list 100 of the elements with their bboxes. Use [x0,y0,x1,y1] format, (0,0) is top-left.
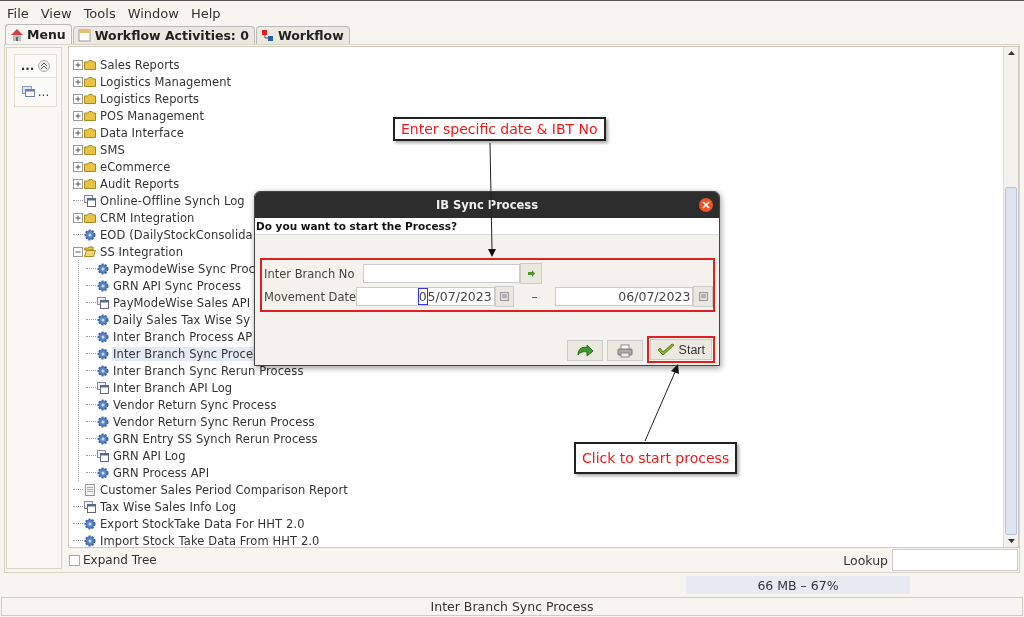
tree-item[interactable]: SMS [99,142,126,157]
tree-item[interactable]: Logistics Reports [99,91,201,106]
tree-item[interactable]: Audit Reports [99,176,181,191]
calendar-button[interactable] [494,286,515,307]
gear-icon [84,534,96,547]
open-folder-icon [84,245,96,258]
status-bar: Inter Branch Sync Process [1,596,1023,616]
range-separator: – [530,289,539,304]
callout: Enter specific date & IBT No [393,117,606,141]
tree-item[interactable]: Inter Branch API Log [112,380,234,395]
expand-icon[interactable] [73,93,83,104]
tab[interactable]: Menu [5,24,72,45]
tree-item[interactable]: Export StockTake Data For HHT 2.0 [99,516,306,531]
print-button[interactable] [606,340,643,361]
checkbox[interactable] [69,554,80,566]
down-arrow-icon[interactable] [1007,539,1015,544]
gear-icon [97,262,109,275]
expand-icon[interactable] [73,161,83,172]
expand-icon[interactable] [73,178,83,189]
gear-icon [84,517,96,530]
tree-item[interactable]: eCommerce [99,159,172,174]
collapse-icon[interactable] [38,60,51,73]
folder-icon [84,126,96,139]
up-arrow-icon[interactable] [1007,51,1015,56]
gear-icon [97,432,109,445]
tree-item[interactable]: Tax Wise Sales Info Log [99,499,238,514]
expand-icon[interactable] [73,144,83,155]
windows-icon [21,86,36,99]
tree-item[interactable]: Sales Reports [99,57,181,72]
checkmark-icon [656,342,675,357]
menu-item[interactable]: File [2,3,34,23]
tab[interactable]: Workflow [255,26,350,45]
menu-item[interactable]: Help [185,3,226,23]
callout: Click to start process [574,442,738,474]
flow-icon [260,28,275,43]
gear-icon [97,364,109,377]
menu-item[interactable]: View [35,3,77,23]
calendar-icon [500,292,509,301]
expand-icon[interactable] [73,212,83,223]
tree-item[interactable]: GRN Entry SS Synch Rerun Process [112,431,319,446]
tree-item[interactable]: Data Interface [99,125,185,140]
tree-item[interactable]: Daily Sales Tax Wise Sy [112,312,252,327]
gear-icon [97,330,109,343]
printer-icon [616,343,633,358]
menu-item[interactable]: Window [122,3,184,23]
field-label: Movement Date [264,289,357,304]
gear-icon [84,228,96,241]
expand-icon[interactable] [73,127,83,138]
tab[interactable]: Workflow Activities: 0 [72,26,255,45]
folder-icon [84,177,96,190]
panel-item[interactable]: ... [15,78,56,107]
scroll-thumb[interactable] [1005,187,1017,536]
folder-icon [84,109,96,122]
tree-item[interactable]: Inter Branch Process AP [112,329,254,344]
expand-icon[interactable] [73,110,83,121]
lookup-button[interactable] [520,263,542,284]
tree-item[interactable]: GRN API Sync Process [112,278,242,293]
tree-item[interactable]: GRN Process API [112,465,211,480]
tree-item[interactable]: Customer Sales Period Comparison Report [99,482,349,497]
folder-icon [84,160,96,173]
tree-item[interactable]: Online-Offline Synch Log [99,193,246,208]
window-icon [84,194,96,207]
menu-item[interactable]: Tools [78,3,121,23]
gear-icon [97,279,109,292]
dialog-title: IB Sync Process [435,198,539,212]
expand-icon[interactable] [73,59,83,70]
tree-item[interactable]: Logistics Management [99,74,233,89]
tree-item[interactable]: Vendor Return Sync Process [112,397,278,412]
field-label: Inter Branch No [264,266,356,281]
tree-item[interactable]: Inter Branch Sync Proce [112,346,255,361]
start-button[interactable]: Start [649,339,712,360]
calendar-icon [698,292,708,301]
tree-item[interactable]: POS Management [99,108,206,123]
document-icon [84,483,96,496]
tree-item[interactable]: PaymodeWise Sync Proc [112,261,256,276]
tree-item[interactable]: Vendor Return Sync Rerun Process [112,414,316,429]
refresh-button[interactable] [566,340,603,361]
tree-item[interactable]: SS Integration [99,244,185,259]
tree-item[interactable]: EOD (DailyStockConsolida [99,227,254,242]
tree-item[interactable]: Inter Branch Sync Rerun Process [112,363,305,378]
gear-icon [97,398,109,411]
lookup-field[interactable] [892,549,1018,572]
tree-item[interactable]: CRM Integration [99,210,196,225]
close-icon [702,201,710,209]
tree-item[interactable]: GRN API Log [112,448,187,463]
date-field[interactable]: 05/07/2023 [356,287,495,306]
close-button[interactable] [699,198,713,212]
input-field[interactable] [363,264,520,283]
gear-icon [97,466,109,479]
folder-icon [84,143,96,156]
gear-icon [97,415,109,428]
tree-item[interactable]: PayModeWise Sales API [112,295,252,310]
folder-icon [84,58,96,71]
expand-icon[interactable] [73,76,83,87]
tree-item[interactable]: Import Stock Take Data From HHT 2.0 [99,533,321,548]
curved-arrow-icon [575,342,594,359]
date-field[interactable]: 06/07/2023 [554,287,694,306]
window-icon [97,449,109,462]
dialog-message: Do you want to start the Process? [255,218,719,235]
calendar-button[interactable] [693,286,713,307]
